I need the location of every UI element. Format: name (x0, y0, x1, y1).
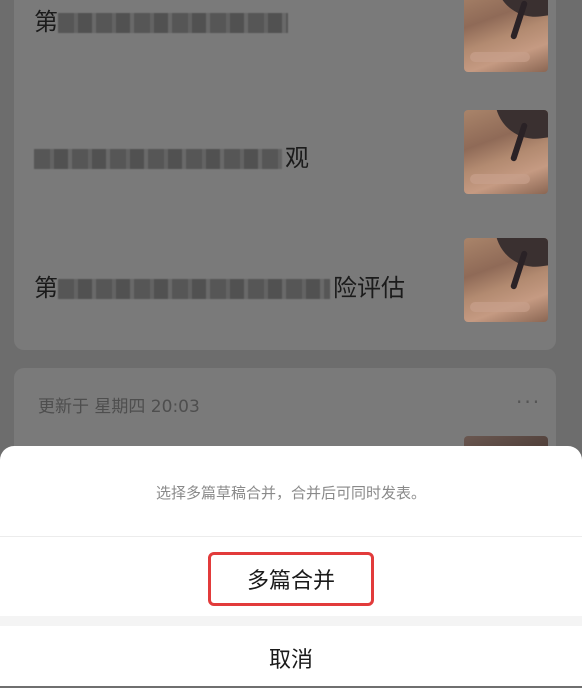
sheet-hint: 选择多篇草稿合并，合并后可同时发表。 (155, 484, 426, 502)
draft-title: 第 (34, 2, 291, 37)
more-options-icon[interactable]: ··· (516, 390, 541, 414)
redacted-text (34, 149, 282, 169)
updated-timestamp: 更新于 星期四 20:03 (38, 397, 200, 417)
draft-item-3: 第险评估 (34, 238, 554, 328)
action-sheet: 选择多篇草稿合并，合并后可同时发表。 多篇合并 取消 (0, 446, 582, 686)
draft-thumbnail (464, 0, 548, 72)
draft-thumbnail (464, 110, 548, 194)
section-gap (0, 616, 582, 626)
draft-thumbnail (464, 238, 548, 322)
draft-title: 第险评估 (34, 274, 405, 302)
draft-item-2: 观 (34, 110, 554, 200)
draft-item-1: 第 (34, 0, 554, 72)
merge-drafts-label: 多篇合并 (207, 552, 374, 606)
cancel-button[interactable]: 取消 (0, 628, 582, 688)
merge-drafts-button[interactable]: 多篇合并 (0, 538, 582, 620)
redacted-text (58, 13, 288, 33)
divider (0, 536, 582, 537)
redacted-text (58, 279, 330, 299)
draft-title: 观 (34, 138, 309, 173)
